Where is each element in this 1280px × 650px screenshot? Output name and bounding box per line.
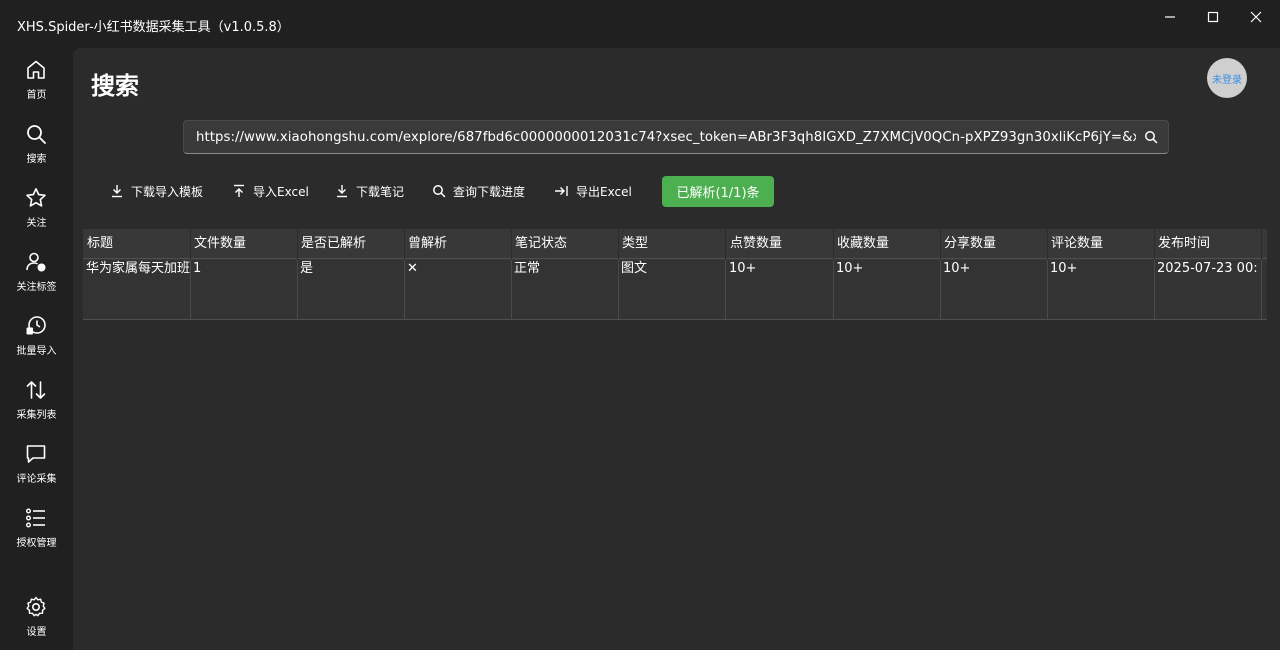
table-cell-likes: 10+ [726,260,834,320]
list-icon [26,508,45,528]
column-header[interactable]: 分享数量 [940,229,1048,259]
app-title: XHS.Spider-小红书数据采集工具（v1.0.5.8） [17,20,290,35]
upload-icon [234,184,244,197]
page-title: 搜索 [91,72,139,100]
column-header[interactable]: 点赞数量 [726,229,834,259]
user-tag-icon [26,252,46,272]
gear-icon [26,596,46,617]
table-cell-title: 华为家属每天加班 [83,260,191,320]
table-cell-type: 图文 [618,260,726,320]
home-icon [27,60,45,79]
table-cell-note-status: 正常 [511,260,619,320]
sidebar-item-settings[interactable]: 设置 [0,595,73,650]
column-header[interactable]: 类型 [618,229,726,259]
results-table: 标题 文件数量 是否已解析 曾解析 笔记状态 类型 点赞数量 收藏数量 分享数量… [83,229,1267,320]
sidebar-item-label: 授权管理 [16,538,57,549]
avatar[interactable]: 未登录 [1207,58,1247,98]
table-cell-file-count: 1 [190,260,298,320]
table-cell-favorites: 10+ [833,260,941,320]
maximize-icon [1207,11,1219,23]
import-excel-label: 导入Excel [253,184,309,199]
comment-icon [26,445,46,463]
table-row[interactable]: 华为家属每天加班 1 是 ✕ 正常 图文 10+ 10+ 10+ 10+ 202… [83,260,1267,320]
sort-arrows-icon [26,381,46,399]
query-progress-button[interactable]: 查询下载进度 [432,176,525,206]
minimize-button[interactable] [1152,6,1188,28]
maximize-button[interactable] [1195,6,1231,28]
import-excel-button[interactable]: 导入Excel [232,176,309,206]
download-template-button[interactable]: 下载导入模板 [110,176,203,206]
column-header[interactable]: 收藏数量 [833,229,941,259]
sidebar-item-search[interactable]: 搜索 [0,122,73,180]
minimize-icon [1165,16,1175,18]
download-notes-label: 下载笔记 [356,184,405,199]
close-button[interactable] [1238,6,1274,28]
sidebar-item-label: 首页 [26,90,47,101]
export-excel-label: 导出Excel [576,184,632,199]
search-icon [27,125,46,144]
table-cell-previously-parsed: ✕ [404,260,512,320]
column-header[interactable]: 文件数量 [190,229,298,259]
sidebar-item-follow-tags[interactable]: 关注标签 [0,250,73,308]
export-excel-button[interactable]: 导出Excel [554,176,632,206]
query-progress-label: 查询下载进度 [453,184,526,199]
column-header[interactable]: 笔记状态 [511,229,619,259]
star-icon [26,188,46,207]
download-icon [112,185,122,198]
sidebar-item-batch-import[interactable]: 批量导入 [0,314,73,372]
table-cell-shares: 10+ [940,260,1048,320]
sidebar-item-comments[interactable]: 评论采集 [0,442,73,500]
table-cell-parsed: 是 [297,260,405,320]
close-icon [1250,11,1262,23]
main-panel: 搜索 未登录 下载导入模板 导入Excel 下载笔记 查询下载进度 导出Exce… [73,48,1280,650]
sidebar-item-label: 搜索 [26,154,47,165]
sidebar-item-follow[interactable]: 关注 [0,186,73,244]
column-header[interactable]: 曾解析 [404,229,512,259]
sidebar-item-label: 设置 [26,627,47,638]
column-header[interactable]: 评论数量 [1047,229,1155,259]
table-cell-publish-time: 2025-07-23 00: [1154,260,1262,320]
history-icon [26,316,46,335]
sidebar-item-label: 批量导入 [16,346,57,357]
download-icon [337,185,347,198]
sidebar-item-label: 关注标签 [16,282,57,293]
column-header[interactable]: 标题 [83,229,191,259]
sidebar-item-label: 关注 [26,218,47,229]
download-notes-button[interactable]: 下载笔记 [335,176,404,206]
sidebar-item-license[interactable]: 授权管理 [0,506,73,564]
title-bar: XHS.Spider-小红书数据采集工具（v1.0.5.8） [0,0,1280,48]
column-header[interactable]: 是否已解析 [297,229,405,259]
sidebar: 首页 搜索 关注 关注标签 批量导入 采集列表 评论采集 授权管理 设置 [0,48,73,650]
export-icon [555,186,568,196]
sidebar-item-label: 评论采集 [16,474,57,485]
table-cell-comments: 10+ [1047,260,1155,320]
table-header: 标题 文件数量 是否已解析 曾解析 笔记状态 类型 点赞数量 收藏数量 分享数量… [83,229,1267,259]
sidebar-item-label: 采集列表 [16,410,57,421]
search-box [183,120,1169,154]
sidebar-item-collect-list[interactable]: 采集列表 [0,378,73,436]
sidebar-item-home[interactable]: 首页 [0,58,73,116]
search-input[interactable] [196,121,1136,153]
download-template-label: 下载导入模板 [131,184,204,199]
search-icon[interactable] [1144,130,1158,144]
parsed-status-button[interactable]: 已解析(1/1)条 [662,176,774,207]
column-header[interactable]: 发布时间 [1154,229,1262,259]
search-icon [433,185,446,198]
